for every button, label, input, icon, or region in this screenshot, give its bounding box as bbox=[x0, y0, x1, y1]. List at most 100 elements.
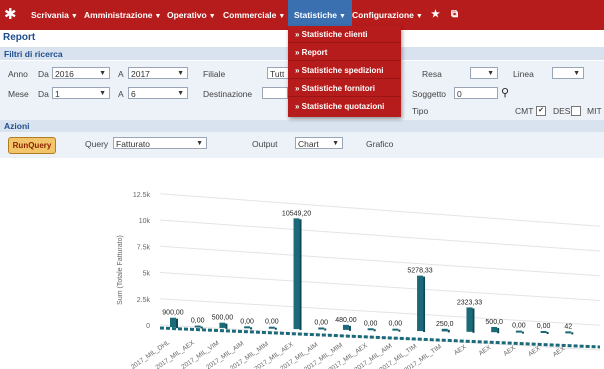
nav-amministrazione[interactable]: Amministrazione ▼ bbox=[84, 0, 161, 30]
chart-bar-side bbox=[324, 328, 327, 331]
chart-bar bbox=[565, 331, 572, 334]
data-label: 5278,33 bbox=[407, 268, 432, 275]
star-icon[interactable]: ★ bbox=[431, 0, 440, 30]
actions-title: Azioni bbox=[4, 121, 30, 131]
chart-bar bbox=[466, 307, 473, 332]
nav-scrivania-label: Scrivania bbox=[31, 10, 69, 20]
anno-da-value: 2016 bbox=[55, 69, 74, 79]
grid-line bbox=[159, 245, 601, 277]
chevron-down-icon: ▼ bbox=[154, 13, 162, 20]
des-checkbox[interactable] bbox=[571, 106, 581, 116]
chart-bar-side bbox=[472, 308, 475, 333]
revenue-chart: 0 2.5k 5k 7.5k 10k 12.5k Sum (Totale Fatturato… bbox=[117, 192, 601, 369]
chart-bar-side bbox=[299, 219, 302, 331]
x-tick-label: AEX bbox=[478, 344, 493, 358]
menu-item-statistiche-fornitori[interactable]: » Statistiche fornitori bbox=[288, 80, 401, 97]
chart-bar bbox=[367, 328, 374, 331]
data-label: 900,00 bbox=[162, 310, 184, 317]
data-label: 0,00 bbox=[364, 320, 378, 327]
data-label: 0,00 bbox=[240, 318, 254, 325]
anno-da-label: Da bbox=[38, 69, 49, 79]
nav-scrivania[interactable]: Scrivania ▼ bbox=[31, 0, 78, 30]
chevron-down-icon: ▼ bbox=[177, 90, 184, 97]
output-value: Chart bbox=[298, 139, 319, 149]
resa-select[interactable]: ▼ bbox=[470, 67, 498, 79]
data-label: 0,00 bbox=[537, 323, 551, 330]
data-label: 0,00 bbox=[512, 323, 526, 330]
chart-bar bbox=[219, 322, 226, 328]
menu-item-statistiche-spedizioni[interactable]: » Statistiche spedizioni bbox=[288, 62, 401, 79]
soggetto-input[interactable]: 0 bbox=[454, 87, 498, 99]
grafico-label: Grafico bbox=[366, 139, 394, 149]
grid-line bbox=[159, 219, 601, 252]
page-title: Report bbox=[3, 32, 36, 43]
query-label: Query bbox=[85, 139, 109, 149]
mese-a-select[interactable]: 6 ▼ bbox=[128, 87, 188, 99]
chart-bar-side bbox=[497, 327, 500, 334]
app-logo-icon[interactable]: ✱ bbox=[4, 6, 22, 24]
grid-line bbox=[159, 193, 601, 227]
anno-a-label: A bbox=[118, 69, 124, 79]
x-tick-label: AEX bbox=[453, 343, 468, 357]
nav-operativo[interactable]: Operativo ▼ bbox=[167, 0, 216, 30]
des-label: DES bbox=[553, 106, 571, 116]
anno-a-select[interactable]: 2017 ▼ bbox=[128, 67, 188, 79]
mese-a-label: A bbox=[118, 89, 124, 99]
y-axis-label: Sum (Totale Fatturato) bbox=[117, 235, 124, 305]
menu-item-report[interactable]: » Report bbox=[288, 44, 401, 61]
actions-header bbox=[0, 120, 604, 132]
y-tick-label: 7.5k bbox=[137, 244, 151, 251]
nav-commerciale[interactable]: Commerciale ▼ bbox=[223, 0, 285, 30]
chart-bar bbox=[392, 328, 399, 331]
nav-configurazione-label: Configurazione bbox=[352, 10, 414, 20]
data-label: 0,00 bbox=[265, 319, 279, 326]
data-label: 42 bbox=[564, 323, 572, 330]
destinazione-input[interactable] bbox=[262, 87, 288, 99]
chart-bar-side bbox=[225, 323, 228, 329]
chart-bar bbox=[244, 326, 251, 329]
menu-item-statistiche-quotazioni[interactable]: » Statistiche quotazioni bbox=[288, 98, 401, 115]
nav-amministrazione-label: Amministrazione bbox=[84, 10, 153, 20]
menu-item-statistiche-clienti[interactable]: » Statistiche clienti bbox=[288, 26, 401, 43]
chart-bar bbox=[417, 275, 424, 332]
chart-bar bbox=[441, 328, 448, 332]
chart-bar-side bbox=[250, 327, 253, 330]
chevron-down-icon: ▼ bbox=[70, 13, 78, 20]
chart-bar-side bbox=[348, 325, 351, 331]
chevron-down-icon: ▼ bbox=[278, 13, 286, 20]
grid-line bbox=[159, 272, 601, 301]
tipo-label: Tipo bbox=[412, 106, 429, 116]
data-label: 0,00 bbox=[389, 321, 403, 328]
cmt-checkbox[interactable]: ✔ bbox=[536, 106, 546, 116]
chart-bar-side bbox=[274, 327, 277, 330]
y-tick-label: 2.5k bbox=[137, 297, 151, 304]
chevron-down-icon: ▼ bbox=[208, 13, 216, 20]
run-query-button[interactable]: RunQuery bbox=[8, 137, 56, 154]
nav-operativo-label: Operativo bbox=[167, 10, 207, 20]
data-label: 10549,20 bbox=[282, 210, 311, 217]
chart-bar bbox=[194, 325, 201, 328]
linea-select[interactable]: ▼ bbox=[552, 67, 584, 79]
soggetto-value: 0 bbox=[457, 89, 462, 99]
chevron-down-icon: ▼ bbox=[487, 70, 494, 77]
chart-bar bbox=[170, 317, 176, 328]
anno-da-select[interactable]: 2016 ▼ bbox=[52, 67, 110, 79]
search-icon[interactable]: ⚲ bbox=[501, 86, 509, 99]
output-select[interactable]: Chart ▼ bbox=[295, 137, 343, 149]
chevron-down-icon: ▼ bbox=[177, 70, 184, 77]
statistiche-dropdown-menu: » Statistiche clienti » Report » Statist… bbox=[288, 26, 401, 117]
chart-bar-side bbox=[546, 331, 549, 334]
nav-commerciale-label: Commerciale bbox=[223, 10, 277, 20]
chart-bar-side bbox=[571, 332, 574, 335]
query-value: Fatturato bbox=[116, 139, 151, 149]
cmt-label: CMT bbox=[515, 106, 534, 116]
soggetto-label: Soggetto bbox=[412, 89, 447, 99]
external-link-icon[interactable]: ⧉ bbox=[451, 0, 458, 30]
mese-da-select[interactable]: 1 ▼ bbox=[52, 87, 110, 99]
resa-label: Resa bbox=[422, 69, 442, 79]
query-select[interactable]: Fatturato ▼ bbox=[113, 137, 207, 149]
destinazione-label: Destinazione bbox=[203, 89, 253, 99]
chevron-down-icon: ▼ bbox=[339, 13, 346, 20]
chart-bar bbox=[540, 330, 547, 333]
x-tick-label: AEX bbox=[502, 344, 517, 358]
